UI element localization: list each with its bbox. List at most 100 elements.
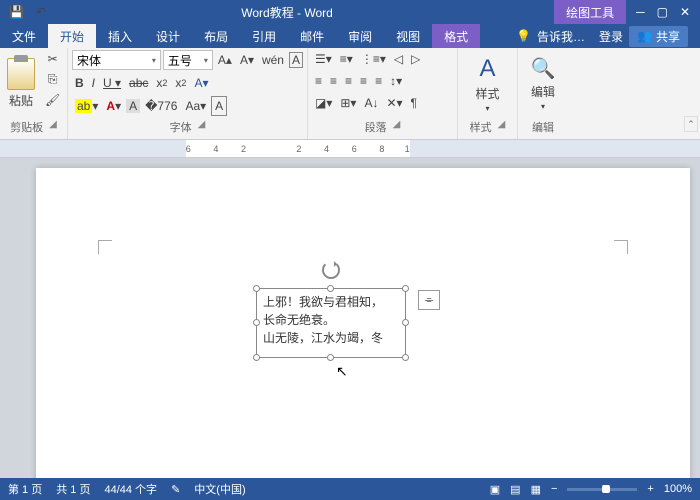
page-indicator[interactable]: 第 1 页 (8, 481, 42, 497)
align-right-icon[interactable]: ≡ (342, 72, 355, 90)
font-label: 字体 (170, 119, 192, 135)
font-size-select[interactable]: 五号▾ (163, 50, 213, 70)
subscript-icon[interactable]: x2 (153, 74, 170, 92)
bullets-icon[interactable]: ☰▾ (312, 50, 335, 68)
zoom-slider[interactable] (567, 488, 637, 491)
text-effects-icon[interactable]: A▾ (191, 74, 211, 92)
resize-handle[interactable] (253, 319, 260, 326)
tab-home[interactable]: 开始 (48, 24, 96, 48)
shrink-font-icon[interactable]: A▾ (237, 51, 257, 69)
read-mode-icon[interactable]: ▣ (490, 483, 500, 496)
rotate-handle[interactable] (322, 261, 340, 279)
tab-mailings[interactable]: 邮件 (288, 24, 336, 48)
ribbon: 粘贴 ✂ ⎘ 🖌 剪贴板◢ 宋体▾ 五号▾ A▴ A▾ wén A B I U (0, 48, 700, 140)
zoom-level[interactable]: 100% (664, 483, 692, 495)
tab-design[interactable]: 设计 (144, 24, 192, 48)
resize-handle[interactable] (327, 354, 334, 361)
share-icon: 👥 (637, 29, 652, 43)
resize-handle[interactable] (327, 285, 334, 292)
resize-handle[interactable] (402, 285, 409, 292)
highlight-icon[interactable]: ab▾ (72, 97, 101, 115)
tab-view[interactable]: 视图 (384, 24, 432, 48)
strike-icon[interactable]: abc (126, 74, 151, 92)
word-count[interactable]: 44/44 个字 (104, 481, 157, 497)
shading-icon[interactable]: ◪▾ (312, 94, 335, 112)
increase-indent-icon[interactable]: ▷ (408, 50, 423, 68)
tellme-text[interactable]: 告诉我… (537, 28, 585, 45)
multilevel-icon[interactable]: ⋮≡▾ (358, 50, 389, 68)
resize-handle[interactable] (402, 354, 409, 361)
group-styles: A 样式 ▾ 样式◢ (458, 48, 518, 139)
align-left-icon[interactable]: ≡ (312, 72, 325, 90)
font-color-icon[interactable]: A▾ (103, 97, 124, 115)
paste-button[interactable]: 粘贴 (4, 50, 38, 117)
maximize-icon[interactable]: ▢ (657, 5, 668, 19)
tab-insert[interactable]: 插入 (96, 24, 144, 48)
styles-button[interactable]: A 样式 ▾ (472, 50, 502, 117)
text-box[interactable]: 上邪！我欲与君相知， 长命无绝衰。 山无陵，江水为竭，冬 (256, 288, 406, 358)
group-font: 宋体▾ 五号▾ A▴ A▾ wén A B I U ▾ abc x2 x2 A▾… (68, 48, 308, 139)
login-link[interactable]: 登录 (599, 28, 623, 45)
resize-handle[interactable] (253, 354, 260, 361)
char-border-icon[interactable]: A (289, 52, 303, 68)
decrease-indent-icon[interactable]: ◁ (391, 50, 406, 68)
ruler[interactable]: 16141210864224681012141618202224262830 (0, 140, 700, 158)
borders-icon[interactable]: ⊞▾ (337, 94, 359, 112)
cut-icon[interactable]: ✂ (42, 50, 63, 68)
paragraph-label: 段落 (365, 119, 387, 135)
format-painter-icon[interactable]: 🖌 (42, 91, 63, 109)
tab-file[interactable]: 文件 (0, 24, 48, 48)
paragraph-launcher[interactable]: ◢ (393, 119, 401, 135)
close-icon[interactable]: ✕ (680, 5, 690, 19)
spell-check-icon[interactable]: ✎ (171, 483, 180, 496)
italic-icon[interactable]: I (89, 74, 98, 92)
layout-options-icon[interactable]: ⌯ (418, 290, 440, 310)
justify-icon[interactable]: ≡ (357, 72, 370, 90)
language-indicator[interactable]: 中文(中国) (194, 481, 245, 497)
tab-layout[interactable]: 布局 (192, 24, 240, 48)
document-title: Word教程 - Word (60, 4, 514, 21)
phonetic-guide-icon[interactable]: wén (259, 51, 287, 69)
zoom-out-icon[interactable]: − (551, 483, 557, 495)
print-layout-icon[interactable]: ▤ (510, 483, 520, 496)
margin-corner (614, 240, 628, 254)
save-icon[interactable]: 💾 (6, 3, 27, 21)
zoom-in-icon[interactable]: + (647, 483, 653, 495)
page-count[interactable]: 共 1 页 (56, 481, 90, 497)
asian-layout-icon[interactable]: ✕▾ (383, 94, 405, 112)
margin-corner (98, 240, 112, 254)
line-spacing-icon[interactable]: ↕▾ (387, 72, 405, 90)
sort-icon[interactable]: A↓ (361, 94, 381, 112)
clipboard-launcher[interactable]: ◢ (49, 119, 57, 135)
tab-review[interactable]: 审阅 (336, 24, 384, 48)
undo-icon[interactable]: ↶ (33, 3, 49, 21)
editing-button[interactable]: 🔍 编辑 ▾ (528, 50, 559, 117)
font-launcher[interactable]: ◢ (198, 119, 206, 135)
char-shading-icon[interactable]: A (126, 99, 140, 113)
show-marks-icon[interactable]: ¶ (408, 94, 420, 112)
share-button[interactable]: 👥共享 (629, 26, 688, 47)
change-case-icon[interactable]: Aa▾ (182, 97, 209, 115)
distribute-icon[interactable]: ≡ (372, 72, 385, 90)
styles-launcher[interactable]: ◢ (498, 119, 506, 135)
tellme-icon[interactable]: 💡 (516, 29, 531, 43)
underline-icon[interactable]: U ▾ (100, 74, 124, 92)
tab-references[interactable]: 引用 (240, 24, 288, 48)
document-area[interactable]: 上邪！我欲与君相知， 长命无绝衰。 山无陵，江水为竭，冬 ⌯ ↖ (0, 158, 700, 478)
grow-font-icon[interactable]: A▴ (215, 51, 235, 69)
minimize-icon[interactable]: ─ (636, 5, 645, 19)
enclose-char-icon[interactable]: �776 (142, 97, 180, 115)
clear-format-icon[interactable]: A (211, 96, 227, 116)
bold-icon[interactable]: B (72, 74, 87, 92)
numbering-icon[interactable]: ≡▾ (337, 50, 356, 68)
resize-handle[interactable] (402, 319, 409, 326)
web-layout-icon[interactable]: ▦ (531, 483, 541, 496)
page[interactable]: 上邪！我欲与君相知， 长命无绝衰。 山无陵，江水为竭，冬 ⌯ ↖ (36, 168, 690, 478)
tab-format[interactable]: 格式 (432, 24, 480, 48)
copy-icon[interactable]: ⎘ (42, 70, 63, 89)
align-center-icon[interactable]: ≡ (327, 72, 340, 90)
collapse-ribbon-icon[interactable]: ⌃ (684, 116, 698, 132)
font-name-select[interactable]: 宋体▾ (72, 50, 161, 70)
superscript-icon[interactable]: x2 (172, 74, 189, 92)
resize-handle[interactable] (253, 285, 260, 292)
